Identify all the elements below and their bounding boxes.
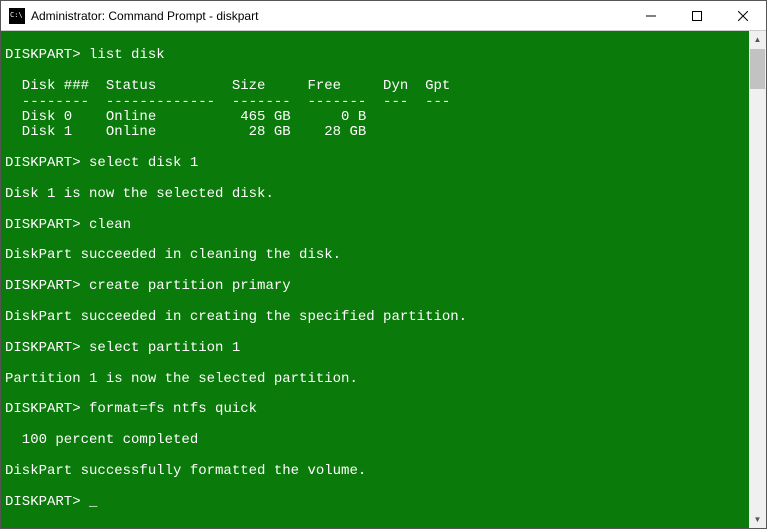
cmd-icon [9,8,25,24]
scroll-up-icon[interactable]: ▲ [749,31,766,48]
close-button[interactable] [720,1,766,31]
prompt: DISKPART> [5,340,81,356]
minimize-icon [646,11,656,21]
output-text: DiskPart successfully formatted the volu… [5,463,366,479]
prompt: DISKPART> [5,217,81,233]
terminal-area: DISKPART> list disk Disk ### Status Size… [1,31,766,528]
scroll-down-icon[interactable]: ▼ [749,511,766,528]
scroll-thumb[interactable] [750,49,765,89]
terminal[interactable]: DISKPART> list disk Disk ### Status Size… [1,31,749,528]
window-controls [628,1,766,30]
output-text: DiskPart succeeded in cleaning the disk. [5,247,341,263]
cursor: _ [89,494,97,510]
command-text: create partition primary [89,278,291,294]
window-title: Administrator: Command Prompt - diskpart [31,9,628,23]
progress-text: 100 percent completed [5,432,198,448]
prompt: DISKPART> [5,494,81,510]
command-text: select partition 1 [89,340,240,356]
output-text: Disk 1 is now the selected disk. [5,186,274,202]
command-text: clean [89,217,131,233]
prompt: DISKPART> [5,401,81,417]
command-text: format=fs ntfs quick [89,401,257,417]
minimize-button[interactable] [628,1,674,31]
table-row: Disk 0 Online 465 GB 0 B [5,109,366,125]
maximize-button[interactable] [674,1,720,31]
command-text: list disk [89,47,165,63]
close-icon [738,11,748,21]
table-divider: -------- ------------- ------- ------- -… [5,94,450,110]
titlebar: Administrator: Command Prompt - diskpart [1,1,766,31]
table-header: Disk ### Status Size Free Dyn Gpt [5,78,450,94]
output-text: DiskPart succeeded in creating the speci… [5,309,467,325]
prompt: DISKPART> [5,278,81,294]
command-text: select disk 1 [89,155,198,171]
prompt: DISKPART> [5,47,81,63]
output-text: Partition 1 is now the selected partitio… [5,371,358,387]
table-row: Disk 1 Online 28 GB 28 GB [5,124,366,140]
prompt: DISKPART> [5,155,81,171]
maximize-icon [692,11,702,21]
vertical-scrollbar[interactable]: ▲ ▼ [749,31,766,528]
